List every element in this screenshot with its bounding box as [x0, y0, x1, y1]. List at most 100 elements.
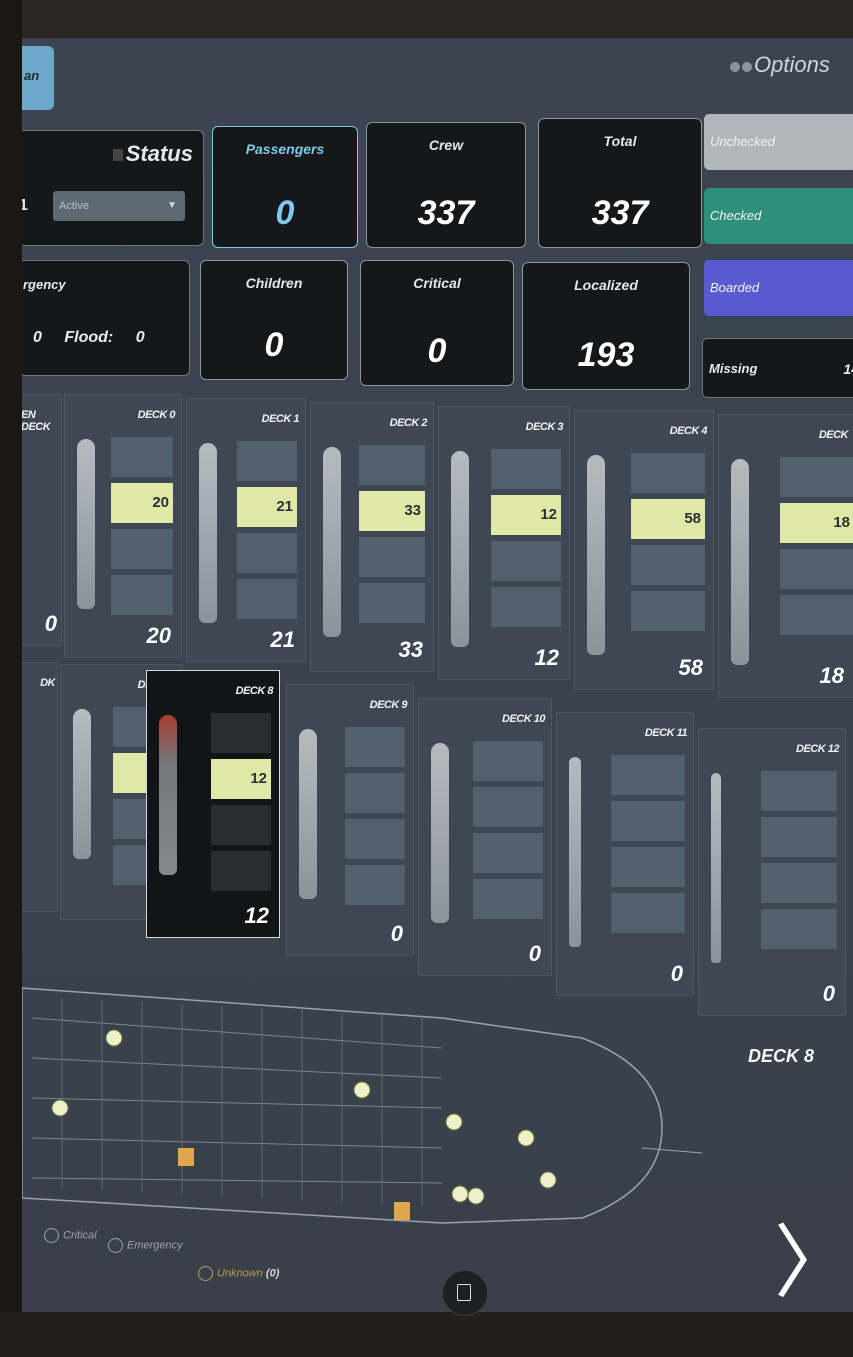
deck-count: 0 — [390, 921, 403, 946]
deck-count: 58 — [678, 655, 703, 680]
deck-card[interactable]: EN DECK 0 — [22, 394, 62, 646]
ship-icon — [323, 447, 341, 637]
ship-icon — [199, 443, 217, 623]
critical-value: 0 — [427, 332, 447, 370]
person-marker[interactable] — [539, 1171, 557, 1189]
bar — [631, 591, 705, 631]
children-value: 0 — [264, 326, 284, 364]
bar — [111, 575, 173, 615]
bar — [761, 909, 837, 949]
deck-bars: 21 — [237, 441, 297, 625]
bar — [345, 819, 405, 859]
deck-bars: 18 — [780, 457, 853, 641]
deck-card[interactable]: DECK 0 20 20 — [64, 394, 182, 658]
status-select[interactable]: Active ▼ — [53, 191, 185, 221]
options-label: Options — [754, 52, 830, 77]
deck-count: 21 — [270, 627, 295, 652]
person-markers — [51, 1029, 557, 1205]
monitor-bezel-top — [0, 0, 853, 38]
localized-label: Localized — [574, 277, 638, 293]
deck-card[interactable]: DECK 12 0 — [698, 728, 846, 1016]
localized-card[interactable]: Localized 193 — [522, 262, 690, 390]
deck-highlight: 21 — [237, 487, 297, 527]
person-marker[interactable] — [467, 1187, 485, 1205]
deck-card[interactable]: DECK 18 18 — [718, 414, 853, 698]
ship-icon — [569, 757, 581, 947]
deck-highlight: 20 — [111, 483, 173, 523]
home-button[interactable] — [442, 1270, 488, 1316]
missing-panel[interactable]: Missing 14 — [702, 338, 853, 398]
localized-value: 193 — [577, 336, 635, 374]
deck-card[interactable]: DECK 2 33 33 — [310, 402, 434, 672]
options-menu[interactable]: Options — [730, 52, 830, 78]
deck-count: 0 — [822, 981, 835, 1006]
crew-card[interactable]: Crew 337 — [366, 122, 526, 248]
deck-name: DECK 0 — [137, 409, 176, 421]
deck-count: 20 — [146, 623, 171, 648]
deck-plan-map[interactable] — [22, 978, 702, 1228]
person-marker[interactable] — [445, 1113, 463, 1131]
legend-unknown-count: (0) — [265, 1267, 280, 1280]
deck-corridors — [31, 1017, 443, 1184]
deck-name: DECK 1 — [261, 413, 300, 425]
unchecked-filter[interactable]: Unchecked — [704, 114, 853, 170]
ship-icon — [451, 451, 469, 647]
deck-card[interactable]: DECK 11 0 — [556, 712, 694, 996]
bar — [611, 801, 685, 841]
muster-station-icon — [178, 1148, 194, 1166]
deck-highlight: 12 — [211, 759, 271, 799]
legend-critical-label: Critical — [63, 1229, 97, 1242]
person-marker[interactable] — [517, 1129, 535, 1147]
bar — [237, 533, 297, 573]
flood-value: 0 — [135, 329, 145, 346]
bar — [473, 787, 543, 827]
person-marker[interactable] — [105, 1029, 123, 1047]
deck-card[interactable]: DECK 1 21 21 — [186, 398, 306, 662]
crew-value: 337 — [417, 194, 475, 232]
status-icon — [112, 149, 123, 161]
bar — [211, 713, 271, 753]
person-marker[interactable] — [451, 1185, 469, 1203]
next-deck-button[interactable]: 〉 — [774, 1198, 853, 1312]
ship-icon — [159, 715, 177, 875]
passengers-card[interactable]: Passengers 0 — [212, 126, 358, 248]
critical-card[interactable]: Critical 0 — [360, 260, 514, 386]
person-marker[interactable] — [353, 1081, 371, 1099]
total-card[interactable]: Total 337 — [538, 118, 702, 248]
person-marker[interactable] — [51, 1099, 69, 1117]
ship-icon — [431, 743, 449, 923]
legend-critical: Critical — [44, 1228, 97, 1243]
deck-bars: 33 — [359, 445, 425, 629]
deck-card[interactable]: DECK 4 58 58 — [574, 410, 714, 690]
bar — [211, 805, 271, 845]
checked-filter[interactable]: Checked — [704, 188, 853, 244]
flood-label: Flood: — [64, 329, 114, 346]
deck-count: 18 — [819, 663, 844, 688]
bow-line — [641, 1147, 702, 1154]
deck-bars: 58 — [631, 453, 705, 637]
deck-bars: 20 — [111, 437, 173, 621]
children-card[interactable]: Children 0 — [200, 260, 348, 380]
bar — [780, 457, 853, 497]
deck-name: DECK 2 — [389, 417, 428, 429]
status-title-text: Status — [125, 141, 193, 166]
deck-card-selected[interactable]: DECK 8 12 12 — [146, 670, 280, 938]
app-logo[interactable]: an — [22, 46, 54, 110]
unknown-icon — [198, 1266, 213, 1281]
critical-icon — [44, 1228, 59, 1243]
menu-icon — [457, 1284, 471, 1301]
boarded-filter[interactable]: Boarded — [704, 260, 853, 316]
bar — [345, 727, 405, 767]
deck-count: 0 — [528, 941, 541, 966]
muster-station-icon — [394, 1202, 410, 1220]
deck-card[interactable]: DECK 3 12 12 — [438, 406, 570, 680]
legend-unknown: Unknown (0) — [198, 1266, 279, 1281]
deck-card[interactable]: DK — [22, 662, 58, 912]
bar — [111, 437, 173, 477]
deck-card[interactable]: DECK 10 0 — [418, 698, 552, 976]
options-dot-icon — [742, 62, 752, 72]
current-deck-label: DECK 8 — [748, 1046, 815, 1066]
ship-icon — [587, 455, 605, 655]
deck-card[interactable]: DECK 9 0 — [286, 684, 414, 956]
options-dot-icon — [730, 62, 740, 72]
